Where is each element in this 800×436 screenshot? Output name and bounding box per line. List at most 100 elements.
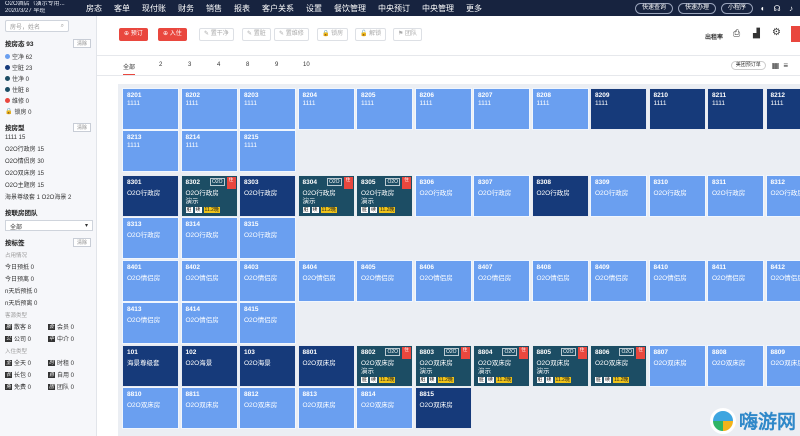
room-card[interactable]: 8315 O2O行政房 (239, 217, 296, 259)
tab-all[interactable]: 全部 (123, 62, 136, 75)
checkin-type-item[interactable]: 自自用 0 (48, 370, 91, 379)
room-card[interactable]: 8205 1111 (356, 88, 413, 130)
meituan-orders-button[interactable]: 美团预订单 (730, 61, 766, 70)
room-card[interactable]: 8312 O2O行政房 (765, 175, 800, 217)
nav-item-finance[interactable]: 财务 (172, 3, 200, 14)
checkin-button[interactable]: ⊕ 入住 (158, 28, 187, 41)
room-card[interactable]: 8803 O2O双床房 演示 O2O 住脏续 11.2晚 (414, 345, 472, 387)
room-card[interactable]: 8213 1111 (122, 130, 179, 172)
room-card[interactable]: 8401 O2O情侣房 (122, 260, 179, 302)
room-card[interactable]: 8804 O2O双床房 演示 O2O 住脏续 11.2晚 (473, 345, 530, 387)
checkin-type-item[interactable]: 团团队 0 (48, 382, 91, 391)
room-card[interactable]: 8215 1111 (239, 130, 296, 172)
room-card[interactable]: 8410 O2O情侣房 (648, 260, 706, 302)
room-card[interactable]: 8307 O2O行政房 (473, 175, 530, 217)
bell-icon[interactable]: ♪ (786, 4, 796, 13)
guest-source-item[interactable]: 会会员 0 (48, 322, 91, 331)
set-dirty-button[interactable]: ✎ 置脏 (242, 28, 271, 41)
room-card[interactable]: 8810 O2O双床房 (122, 387, 179, 429)
room-card[interactable]: 8203 1111 (239, 88, 296, 130)
room-card[interactable]: 8403 O2O情侣房 (239, 260, 296, 302)
lock-room-button[interactable]: 🔒 锁房 (317, 28, 349, 41)
room-card[interactable]: 8302 O2O行政房 演示 O2O 住脏续 11.2晚 (180, 175, 238, 217)
list-view-icon[interactable]: ≡ (783, 61, 788, 70)
tab-floor-10[interactable]: 10 (303, 62, 310, 68)
room-card[interactable]: 8809 O2O双床房 (765, 345, 800, 387)
type-item[interactable]: O2O情侣房 30 (5, 156, 91, 165)
print-icon[interactable]: ⎙ (733, 28, 740, 39)
room-card[interactable]: 8201 1111 (122, 88, 179, 130)
room-card[interactable]: 8310 O2O行政房 (648, 175, 706, 217)
quick-search-button[interactable]: 快速查询 (634, 2, 673, 14)
nav-item-central-booking[interactable]: 中央预订 (372, 3, 416, 14)
room-card[interactable]: 8206 1111 (414, 88, 472, 130)
room-card[interactable]: 8405 O2O情侣房 (356, 260, 413, 302)
nav-item-sales[interactable]: 销售 (200, 3, 228, 14)
room-card[interactable]: 8415 O2O情侣房 (239, 302, 296, 344)
status-repair[interactable]: 维修 0 (5, 96, 49, 105)
type-item[interactable]: 海景尊级套 1 O2O海景 2 (5, 192, 91, 201)
room-card[interactable]: 8802 O2O双床房 演示 O2O 住脏续 11.2晚 (356, 345, 413, 387)
side-panel-toggle[interactable] (791, 26, 800, 42)
status-vacant-clean[interactable]: 空净 62 (5, 52, 49, 61)
quick-handle-button[interactable]: 快速办理 (677, 2, 716, 14)
guest-source-item[interactable]: 散散客 8 (5, 322, 48, 331)
guest-source-item[interactable]: 公公司 0 (5, 334, 48, 343)
occupancy-item[interactable]: 今日预抵 0 (5, 262, 91, 271)
room-card[interactable]: 8812 O2O双床房 (239, 387, 296, 429)
team-select[interactable]: 全部 ▾ (5, 220, 93, 231)
room-card[interactable]: 8413 O2O情侣房 (122, 302, 179, 344)
nav-item-dining[interactable]: 餐饮管理 (328, 3, 372, 14)
tab-floor-3[interactable]: 3 (188, 62, 191, 68)
room-card[interactable]: 8408 O2O情侣房 (531, 260, 589, 302)
gear-icon[interactable]: ⚙ (772, 27, 781, 38)
room-card[interactable]: 8209 1111 (590, 88, 647, 130)
grid-view-icon[interactable]: ▦ (772, 61, 780, 70)
room-card[interactable]: 8214 1111 (180, 130, 238, 172)
room-card[interactable]: 8308 O2O行政房 (531, 175, 589, 217)
occupancy-item[interactable]: n天后预抵 0 (5, 286, 91, 295)
room-card[interactable]: 8805 O2O双床房 演示 O2O 住脏续 11.2晚 (531, 345, 589, 387)
hotel-selector[interactable]: O2O酒店（演示专用... 2020/3/27 早班 (0, 1, 80, 15)
status-occupied-clean[interactable]: 住净 0 (5, 74, 49, 83)
tab-floor-4[interactable]: 4 (217, 62, 220, 68)
type-item[interactable]: 1111 15 (5, 135, 91, 141)
status-vacant-dirty[interactable]: 空脏 23 (5, 63, 49, 72)
nav-item-guest-orders[interactable]: 客单 (108, 3, 136, 14)
room-card[interactable]: 8208 1111 (531, 88, 589, 130)
room-card[interactable]: 8311 O2O行政房 (707, 175, 764, 217)
room-card[interactable]: 8808 O2O双床房 (707, 345, 764, 387)
room-card[interactable]: 8814 O2O双床房 (356, 387, 413, 429)
room-card[interactable]: 8409 O2O情侣房 (590, 260, 647, 302)
checkin-type-item[interactable]: 免免费 0 (5, 382, 48, 391)
mark-clear-button[interactable]: 清除 (72, 237, 91, 247)
room-card[interactable]: 8305 O2O行政房 演示 O2O 住脏续 11.2晚 (356, 175, 413, 217)
room-card[interactable]: 8207 1111 (473, 88, 530, 130)
room-card[interactable]: 8301 O2O行政房 (122, 175, 179, 217)
room-card[interactable]: 8404 O2O情侣房 (297, 260, 355, 302)
tab-floor-9[interactable]: 9 (275, 62, 278, 68)
room-card[interactable]: 8304 O2O行政房 演示 O2O 住脏续 11.2晚 (297, 175, 355, 217)
nav-item-room-status[interactable]: 房态 (80, 3, 108, 14)
moon-icon[interactable]: ◐ (758, 4, 768, 13)
room-card[interactable]: 8412 O2O情侣房 (765, 260, 800, 302)
room-card[interactable]: 8306 O2O行政房 (414, 175, 472, 217)
nav-item-more[interactable]: 更多 (460, 3, 488, 14)
room-card[interactable]: 8211 1111 (707, 88, 764, 130)
room-card[interactable]: 8811 O2O双床房 (180, 387, 238, 429)
room-card[interactable]: 8406 O2O情侣房 (414, 260, 472, 302)
room-card[interactable]: 8204 1111 (297, 88, 355, 130)
room-card[interactable]: 8212 1111 (765, 88, 800, 130)
room-card[interactable]: 8210 1111 (648, 88, 706, 130)
room-card[interactable]: 8407 O2O情侣房 (473, 260, 530, 302)
status-clear-button[interactable]: 清除 (72, 38, 91, 48)
room-card[interactable]: 8414 O2O情侣房 (180, 302, 238, 344)
team-button[interactable]: ⚑ 团队 (393, 28, 423, 41)
room-card[interactable]: 101 海景尊级套 (122, 345, 179, 387)
type-item[interactable]: O2O行政房 15 (5, 144, 91, 153)
room-card[interactable]: 8807 O2O双床房 (648, 345, 706, 387)
room-card[interactable]: 8815 O2O双床房 (414, 387, 472, 429)
room-card[interactable]: 8801 O2O双床房 (297, 345, 355, 387)
tab-floor-8[interactable]: 8 (246, 62, 249, 68)
room-card[interactable]: 102 O2O海景 (180, 345, 238, 387)
